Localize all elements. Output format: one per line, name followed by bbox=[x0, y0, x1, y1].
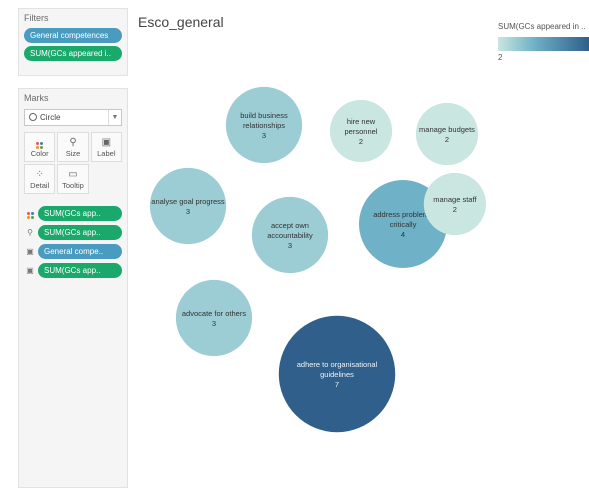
tooltip-icon: ▭ bbox=[68, 169, 78, 180]
bubble-name-label: accountability bbox=[267, 231, 313, 240]
size-icon: ⚲ bbox=[69, 137, 77, 148]
bubble-value-label: 3 bbox=[186, 207, 190, 216]
bubble-value-label: 7 bbox=[335, 380, 339, 389]
tooltip-button-label: Tooltip bbox=[62, 181, 84, 190]
bubble-name-label: address problems bbox=[373, 210, 433, 219]
size-icon: ⚲ bbox=[27, 227, 33, 237]
tooltip-button[interactable]: ▭ Tooltip bbox=[57, 164, 89, 194]
bubble-value-label: 2 bbox=[445, 135, 449, 144]
color-dots-icon bbox=[25, 136, 54, 149]
size-button-label: Size bbox=[65, 149, 81, 158]
bubble-analyse-goal-progress[interactable]: analyse goal progress3 bbox=[149, 167, 227, 245]
bubble-name-label: hire new bbox=[347, 117, 376, 126]
bubble-value-label: 4 bbox=[401, 230, 405, 239]
marks-title: Marks bbox=[24, 93, 49, 103]
color-button-label: Color bbox=[30, 149, 49, 158]
bubble-name-label: guidelines bbox=[320, 370, 354, 379]
detail-button[interactable]: ⁘ Detail bbox=[24, 164, 56, 194]
shelf-pill-color[interactable]: SUM(GCs app.. bbox=[38, 205, 122, 221]
circle-mark-icon bbox=[29, 113, 37, 121]
sheet-title: Esco_general bbox=[138, 14, 224, 30]
bubble-manage-staff[interactable]: manage staff2 bbox=[423, 172, 486, 236]
bubble-value-label: 3 bbox=[288, 241, 292, 250]
bubble-name-label: accept own bbox=[271, 221, 309, 230]
bubble-accept-own-accountability[interactable]: accept ownaccountability3 bbox=[251, 196, 329, 274]
shelf-color: SUM(GCs app.. bbox=[24, 205, 122, 221]
shelf-label-2: ▣ SUM(GCs app.. bbox=[24, 262, 122, 278]
marks-panel: Marks Circle ▼ Color ⚲ Size ▣ Label ⁘ De… bbox=[18, 88, 128, 488]
bubble-mark[interactable] bbox=[149, 167, 227, 245]
bubble-build-business-relationships[interactable]: build businessrelationships3 bbox=[225, 86, 303, 164]
bubble-chart: build businessrelationships3hire newpers… bbox=[149, 86, 486, 433]
mark-type-dropdown[interactable]: Circle ▼ bbox=[24, 109, 122, 126]
shelf-size: ⚲ SUM(GCs app.. bbox=[24, 224, 122, 240]
color-dots-icon bbox=[24, 208, 36, 219]
shelf-label-1: ▣ General compe.. bbox=[24, 243, 122, 259]
detail-icon: ⁘ bbox=[35, 169, 44, 180]
label-button[interactable]: ▣ Label bbox=[90, 132, 122, 162]
bubble-advocate-for-others[interactable]: advocate for others3 bbox=[175, 279, 253, 357]
mark-type-value: Circle bbox=[40, 113, 61, 122]
bubble-adhere-to-organisational-guidelines[interactable]: adhere to organisationalguidelines7 bbox=[278, 315, 396, 433]
label-button-label: Label bbox=[97, 149, 116, 158]
bubble-name-label: build business bbox=[240, 111, 288, 120]
detail-button-label: Detail bbox=[30, 181, 50, 190]
bubble-manage-budgets[interactable]: manage budgets2 bbox=[415, 102, 479, 166]
label-icon: ▣ bbox=[101, 137, 112, 148]
bubble-value-label: 2 bbox=[359, 137, 363, 146]
filter-pill-sum-gcs[interactable]: SUM(GCs appeared i.. bbox=[24, 46, 122, 61]
label-icon: ▣ bbox=[26, 265, 34, 275]
label-icon: ▣ bbox=[26, 246, 34, 256]
legend-title: SUM(GCs appeared in .. bbox=[498, 22, 586, 31]
bubble-name-label: critically bbox=[390, 220, 417, 229]
bubble-name-label: manage staff bbox=[433, 195, 477, 204]
shelf-pill-size[interactable]: SUM(GCs app.. bbox=[38, 224, 122, 240]
shelf-pill-label-sum[interactable]: SUM(GCs app.. bbox=[38, 262, 122, 278]
filters-panel: Filters General competences SUM(GCs appe… bbox=[18, 8, 128, 76]
chevron-down-icon[interactable]: ▼ bbox=[108, 110, 121, 125]
bubble-value-label: 3 bbox=[212, 319, 216, 328]
bubble-mark[interactable] bbox=[175, 279, 253, 357]
bubble-mark[interactable] bbox=[423, 172, 486, 236]
bubble-name-label: adhere to organisational bbox=[297, 360, 378, 369]
bubble-name-label: advocate for others bbox=[182, 309, 246, 318]
shelf-pill-general-competences[interactable]: General compe.. bbox=[38, 243, 122, 259]
legend-gradient bbox=[498, 37, 589, 51]
bubble-hire-new-personnel[interactable]: hire newpersonnel2 bbox=[329, 99, 393, 163]
filter-pill-general-competences[interactable]: General competences bbox=[24, 28, 122, 43]
color-legend[interactable]: SUM(GCs appeared in .. 2 bbox=[498, 22, 589, 62]
color-button[interactable]: Color bbox=[24, 132, 56, 162]
filters-title: Filters bbox=[24, 13, 49, 23]
bubble-name-label: manage budgets bbox=[419, 125, 475, 134]
bubble-value-label: 2 bbox=[453, 205, 457, 214]
bubble-name-label: relationships bbox=[243, 121, 285, 130]
size-button[interactable]: ⚲ Size bbox=[57, 132, 89, 162]
legend-min-label: 2 bbox=[498, 53, 503, 62]
bubble-value-label: 3 bbox=[262, 131, 266, 140]
bubble-name-label: personnel bbox=[345, 127, 378, 136]
bubble-name-label: analyse goal progress bbox=[151, 197, 225, 206]
bubble-mark[interactable] bbox=[415, 102, 479, 166]
